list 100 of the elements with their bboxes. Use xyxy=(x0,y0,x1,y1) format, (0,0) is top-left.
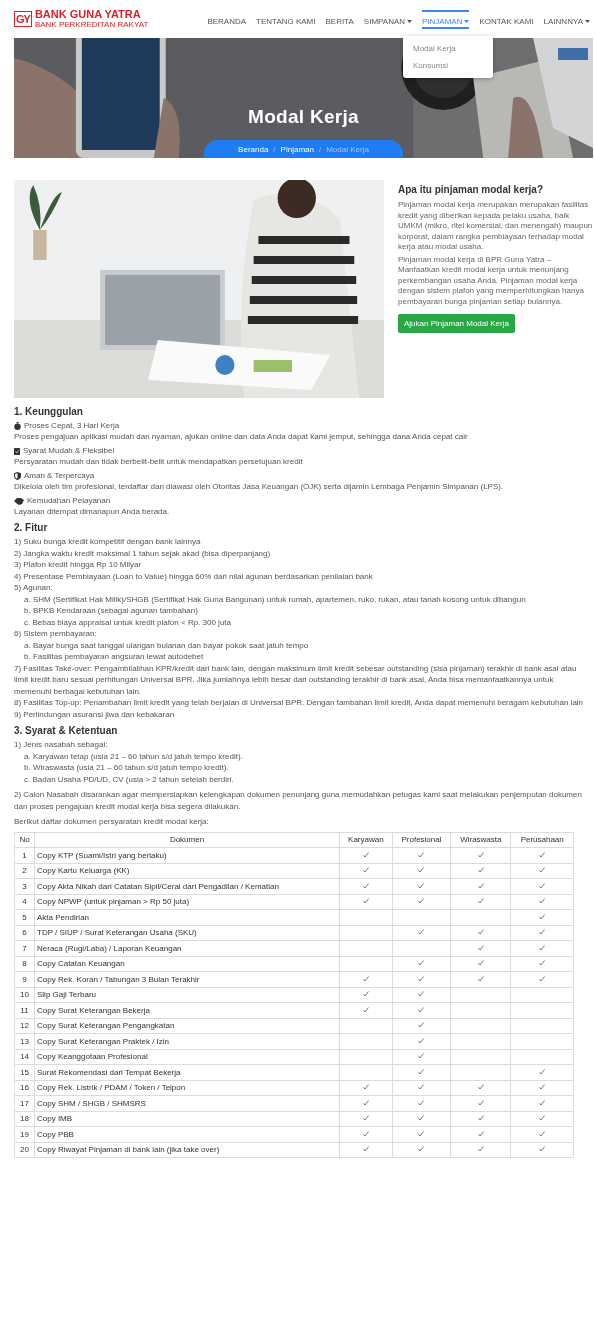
table-cell: Slip Gaji Terbaru xyxy=(34,987,340,1003)
nav-link[interactable]: SIMPANAN xyxy=(358,2,418,36)
table-cell: TDP / SIUP / Surat Keterangan Usaha (SKU) xyxy=(34,925,340,941)
list-subitem: a. Karyawan tetap (usia 21 – 60 tahun s/d jatuh tempo kredit). xyxy=(24,750,244,762)
feature-title: Kemudahan Pelayanan xyxy=(27,496,111,507)
list-item: 2) Jangka waktu kredit maksimal 1 tahun sejak akad (bisa diperpanjang) xyxy=(14,547,272,559)
column-header: Perusahaan xyxy=(510,832,574,848)
list-item: 2) Calon Nasabah disarankan agar mempersiapkan kelengkapan dokumen penunjang guna memudahkan petugas kami saat melakukan penjemputan dokumen dan proses pengajuan kredit modal kerja bisa segera dilakukan. xyxy=(14,789,583,812)
feature-title: Proses Cepat, 3 Hari Kerja xyxy=(24,421,120,432)
logo-mark: GY xyxy=(14,11,32,27)
table-cell: 19 xyxy=(14,1126,35,1142)
list-item: 3) Plafon kredit hingga Rp 10 Milyar xyxy=(14,559,143,571)
table-cell: 18 xyxy=(14,1111,35,1127)
nav-link[interactable]: BERANDA xyxy=(202,2,252,36)
table-cell: 20 xyxy=(14,1142,35,1158)
table-cell: 7 xyxy=(14,940,35,956)
table-cell: 17 xyxy=(14,1095,35,1111)
table-cell: 11 xyxy=(14,1002,35,1018)
section-heading: 1. Keunggulan xyxy=(14,406,84,417)
table-cell: 3 xyxy=(14,878,35,894)
column-header: Dokumen xyxy=(34,832,340,848)
breadcrumb-separator: / xyxy=(273,145,276,154)
list-subitem: a. SHM (Sertifikat Hak Milik)/SHGB (Sertifikat Hak Guna Bangunan) untuk rumah, apartemen, ruko, rukan, atau tanah kosong untuk dibangun xyxy=(24,593,527,605)
nav-link[interactable]: TENTANG KAMI xyxy=(251,2,321,36)
nav-link[interactable]: BERITA xyxy=(320,2,359,36)
nav-link[interactable]: PINJAMAN xyxy=(417,2,475,36)
caret-icon xyxy=(464,19,470,23)
brand-tagline: BANK PERKREDITAN RAKYAT xyxy=(34,20,149,29)
list-item: 6) Sistem pembayaran: xyxy=(14,628,98,640)
list-subitem: b. Fasilitas pembayaran angsuran lewat autodebet xyxy=(24,651,205,663)
table-cell: 8 xyxy=(14,956,35,972)
table-cell: 1 xyxy=(14,847,35,863)
list-item: 7) Fasilitas Take-over: Pengambilalihan KPR/kredit dari bank lain, dengan maksimum limit kredit sebesar outstanding (sisa pinjaman) terakhir di bank asal atau limit kredit baru sesuai perhitungan Universal BPR. Jika jumlahnya lebih besar dari outstanding terakhir di bank asal, Anda bisa memanfaatkannya untuk memenuhi berbagai kebutuhan lain. xyxy=(14,662,578,697)
table-cell: 16 xyxy=(14,1080,35,1096)
feature-description: Layanan ditempat dimanapun Anda berada. xyxy=(14,506,171,517)
list-subitem: a. Bayar bunga saat tanggal ulangan bulanan dan bayar pokok saat jatuh tempo xyxy=(24,639,310,651)
table-cell: Copy Kartu Keluarga (KK) xyxy=(34,863,340,879)
breadcrumb-link[interactable]: Pinjaman xyxy=(280,145,314,154)
breadcrumb-link[interactable]: Beranda xyxy=(238,145,269,154)
table-cell: Copy PBB xyxy=(34,1126,340,1142)
column-header: Wiraswasta xyxy=(450,832,511,848)
table-cell: Copy Riwayat Pinjaman di bank lain (jika take over) xyxy=(34,1142,340,1158)
column-header: Karyawan xyxy=(339,832,393,848)
nav-link[interactable]: LAINNNYA xyxy=(538,2,595,36)
clipboard-icon xyxy=(14,447,20,456)
intro-heading: Apa itu pinjaman modal kerja? xyxy=(398,184,545,195)
table-cell: 14 xyxy=(14,1049,35,1065)
feature-description: Dikelola oleh tim profesional, terdaftar dan diawasi oleh Otoritas Jasa Keuangan (OJK) serta dijamin Lembaga Penjamin Simpanan (LPS). xyxy=(14,481,505,492)
table-cell: Neraca (Rugi/Laba) / Laporan Keuangan xyxy=(34,940,340,956)
list-subitem: b. Wiraswasta (usia 21 – 60 tahun s/d jatuh tempo kredit). xyxy=(24,762,230,774)
brand-name: BANK GUNA YATRA xyxy=(34,9,142,20)
menu-item[interactable]: Modal Kerja xyxy=(403,40,493,57)
list-item: 5) Agunan: xyxy=(14,582,54,594)
table-cell: Surat Rekomendasi dari Tempat Bekerja xyxy=(34,1064,340,1080)
feature-title: Aman & Terpercaya xyxy=(24,471,95,482)
table-cell: Copy SHM / SHGB / SHMSRS xyxy=(34,1095,340,1111)
table-cell: Akta Pendirian xyxy=(34,909,340,925)
feature-description: Proses pengajuan aplikasi mudah dan nyaman, ajukan online dan data Anda dapat kami jemput, sehingga dana Anda cepat cair xyxy=(14,431,469,442)
feature-description: Persyaratan mudah dan tidak berbelit-belit untuk mendapatkan persetujuan kredit xyxy=(14,456,304,467)
shield-icon xyxy=(14,472,21,481)
list-item: 9) Perlindungan asuransi jiwa dan kebakaran xyxy=(14,708,176,720)
list-subitem: b. BPKB Kendaraan (sebagai agunan tambahan) xyxy=(24,605,199,617)
list-item: 1) Suku bunga kredit kompetitif dengan bank lainnya xyxy=(14,536,202,548)
table-cell: Copy IMB xyxy=(34,1111,340,1127)
table-cell: Copy Surat Keterangan Pengangkatan xyxy=(34,1018,340,1034)
section-heading: 2. Fitur xyxy=(14,522,49,533)
intro-paragraph: Pinjaman modal kerja merupakan merupakan fasilitas kredit yang diberikan kepada pelaku usaha, baik UMKM (mikro, ritel komersial, dan menengah) maupun korporat, dalam rangka pembiayaan terhadap modal kerja atau modal usaha. xyxy=(398,200,593,253)
table-cell: Copy Rek. Listrik / PDAM / Token / Telpon xyxy=(34,1080,340,1096)
intro-paragraph: Pinjaman modal kerja di BPR Guna Yatra – Manfaatkan kredit modal kerja untuk menunjang perkembangan usaha Anda. Pinjaman modal kerja dengan sistem plafon yang memperhitungkan hanya pembayaran bunga pinjaman setiap bulannya. xyxy=(398,254,585,307)
table-cell: Copy Surat Keterangan Bekerja xyxy=(34,1002,340,1018)
table-cell: 10 xyxy=(14,987,35,1003)
table-cell: Copy KTP (Suami/Istri yang berlaku) xyxy=(34,847,340,863)
caret-icon xyxy=(407,19,413,23)
apply-button[interactable]: Ajukan Pinjaman Modal Kerja xyxy=(398,314,515,333)
table-cell: Copy Akta Nikah dari Catatan Sipil/Cerai dari Pengadilan / Kematian xyxy=(34,878,340,894)
list-item: 1) Jenis nasabah sebagai: xyxy=(14,739,109,751)
list-subitem: c. Badan Usaha PD/UD, CV (usia > 2 tahun setelah berdiri. xyxy=(24,773,235,785)
breadcrumb-separator: / xyxy=(318,145,322,154)
caret-icon xyxy=(585,19,590,23)
menu-item[interactable]: Konsumsi xyxy=(403,57,493,74)
table-cell: Copy Catatan Keuangan xyxy=(34,956,340,972)
list-item: 8) Fasilitas Top-up: Penambahan limit kredit yang telah berjalan di Universal BPR. Dengan tambahan limit kredit, Anda dapat memenuhi beragam kebutuhan lain xyxy=(14,697,585,709)
table-cell: Copy Surat Keterangan Praktek / Izin xyxy=(34,1033,340,1049)
nav-link[interactable]: KONTAK KAMI xyxy=(474,2,539,36)
table-cell: Copy Rek. Koran / Tabungan 3 Bulan Terakhir xyxy=(34,971,340,987)
table-cell: 9 xyxy=(14,971,35,987)
breadcrumb-current: Modal Kerja xyxy=(326,145,369,154)
table-cell: 6 xyxy=(14,925,35,941)
column-header: No xyxy=(14,832,35,848)
feature-title: Syarat Mudah & Fleksibel xyxy=(23,446,115,457)
column-header: Profesional xyxy=(392,832,451,848)
table-cell: 15 xyxy=(14,1064,35,1080)
list-item: 4) Presentase Pembiayaan (Loan to Value) hingga 60% dari nilai agunan berdasarkan penilaian bank xyxy=(14,570,374,582)
table-cell: 2 xyxy=(14,863,35,879)
table-cell: 13 xyxy=(14,1033,35,1049)
table-cell: Copy Keanggotaan Profesional xyxy=(34,1049,340,1065)
table-cell: 5 xyxy=(14,909,35,925)
list-item: Berikut daftar dokumen persyaratan kredit modal kerja: xyxy=(14,816,210,828)
stopwatch-icon xyxy=(14,422,21,431)
list-subitem: c. Bebas biaya appraisal untuk kredit plafon < Rp. 300 juta xyxy=(24,616,233,628)
